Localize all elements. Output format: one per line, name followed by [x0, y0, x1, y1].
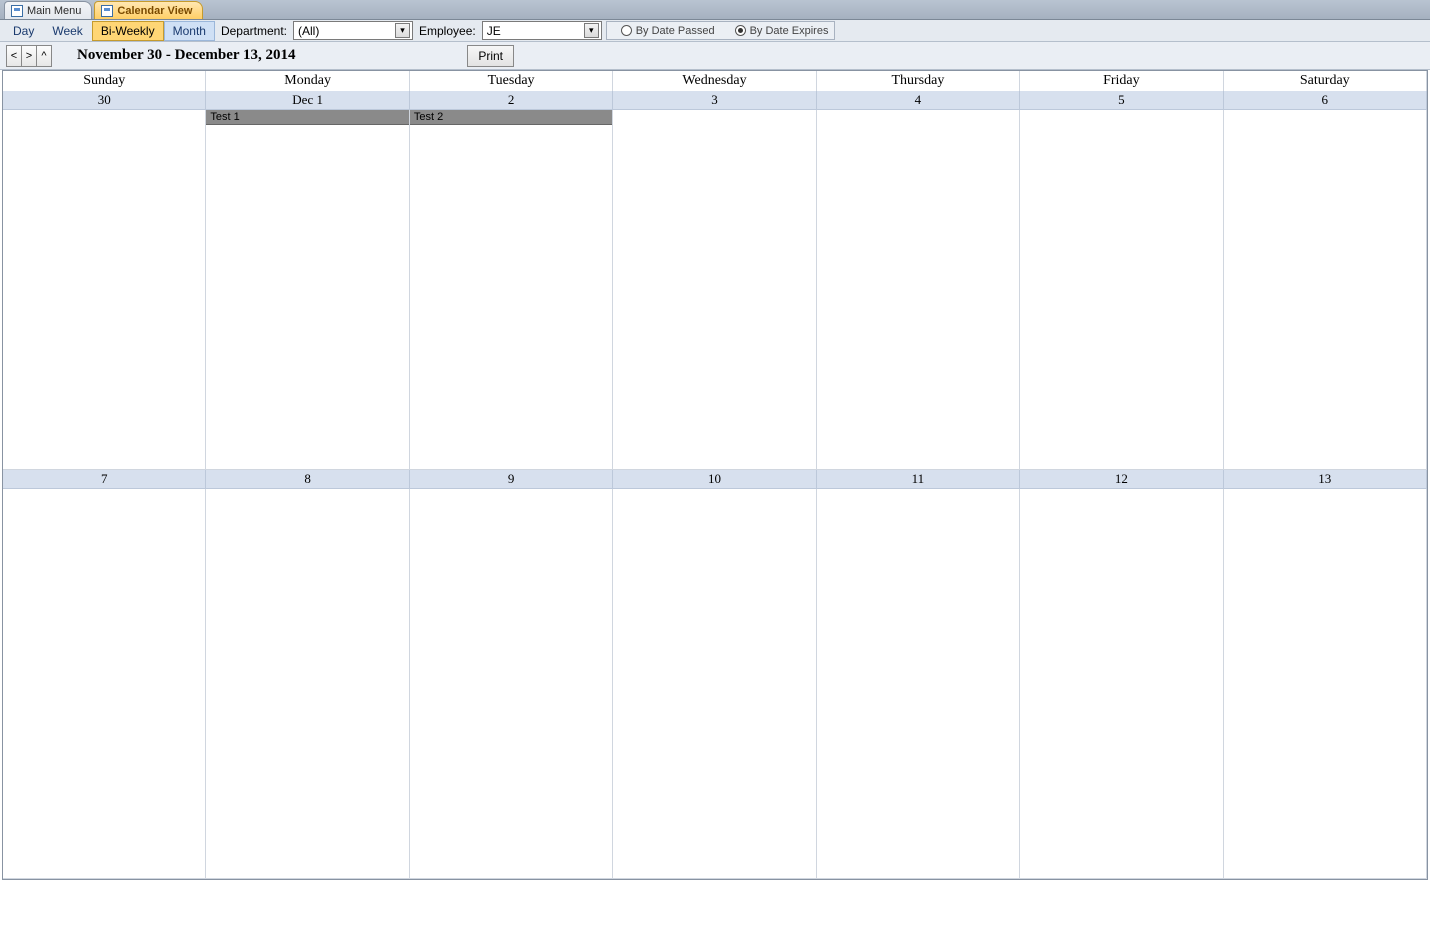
view-biweekly-button[interactable]: Bi-Weekly	[92, 21, 164, 41]
calendar-cell[interactable]	[817, 489, 1020, 879]
week1-body: Test 1 Test 2	[3, 110, 1427, 470]
week2-body	[3, 489, 1427, 879]
department-value: (All)	[298, 24, 319, 38]
chevron-down-icon: ▾	[395, 23, 410, 38]
date-filter-group: By Date Passed By Date Expires	[606, 21, 836, 40]
date-cell[interactable]: 8	[206, 470, 409, 489]
event-item[interactable]: Test 1	[206, 110, 408, 125]
view-month-button[interactable]: Month	[164, 21, 215, 41]
day-header: Tuesday	[410, 71, 613, 91]
date-cell[interactable]: 5	[1020, 91, 1223, 110]
form-icon	[11, 5, 23, 17]
tab-calendar-view[interactable]: Calendar View	[94, 1, 203, 19]
calendar-cell[interactable]	[1224, 110, 1427, 470]
date-cell[interactable]: 4	[817, 91, 1020, 110]
date-cell[interactable]: 11	[817, 470, 1020, 489]
toolbar: Day Week Bi-Weekly Month Department: (Al…	[0, 20, 1430, 42]
radio-by-date-expires[interactable]: By Date Expires	[727, 25, 829, 37]
day-header: Monday	[206, 71, 409, 91]
day-header: Thursday	[817, 71, 1020, 91]
tab-main-menu[interactable]: Main Menu	[4, 1, 92, 19]
tabset: Main Menu Calendar View	[0, 0, 1430, 20]
calendar: Sunday Monday Tuesday Wednesday Thursday…	[2, 70, 1428, 880]
day-headers: Sunday Monday Tuesday Wednesday Thursday…	[3, 71, 1427, 91]
date-cell[interactable]: 30	[3, 91, 206, 110]
week1-dates: 30 Dec 1 2 3 4 5 6	[3, 91, 1427, 110]
date-cell[interactable]: 10	[613, 470, 816, 489]
employee-select[interactable]: JE ▾	[482, 21, 602, 40]
radio-icon	[621, 25, 632, 36]
event-item[interactable]: Test 2	[410, 110, 612, 125]
prev-button[interactable]: <	[6, 45, 22, 67]
employee-label: Employee:	[413, 21, 482, 41]
calendar-cell[interactable]	[1020, 110, 1223, 470]
employee-value: JE	[487, 24, 501, 38]
calendar-cell[interactable]	[1020, 489, 1223, 879]
calendar-cell[interactable]	[206, 489, 409, 879]
date-cell[interactable]: 6	[1224, 91, 1427, 110]
department-select[interactable]: (All) ▾	[293, 21, 413, 40]
calendar-cell[interactable]: Test 2	[410, 110, 613, 470]
day-header: Friday	[1020, 71, 1223, 91]
view-day-button[interactable]: Day	[4, 21, 43, 41]
calendar-cell[interactable]	[3, 110, 206, 470]
calendar-cell[interactable]	[410, 489, 613, 879]
date-cell[interactable]: 7	[3, 470, 206, 489]
date-cell[interactable]: 13	[1224, 470, 1427, 489]
form-icon	[101, 5, 113, 17]
radio-by-date-passed[interactable]: By Date Passed	[613, 25, 715, 37]
radio-icon	[735, 25, 746, 36]
date-range-label: November 30 - December 13, 2014	[77, 47, 296, 64]
calendar-cell[interactable]	[817, 110, 1020, 470]
calendar-cell[interactable]	[613, 489, 816, 879]
print-button[interactable]: Print	[467, 45, 514, 67]
week2-dates: 7 8 9 10 11 12 13	[3, 470, 1427, 489]
radio-passed-label: By Date Passed	[636, 25, 715, 37]
date-cell[interactable]: 3	[613, 91, 816, 110]
date-cell[interactable]: Dec 1	[206, 91, 409, 110]
tab-main-menu-label: Main Menu	[27, 5, 81, 17]
date-cell[interactable]: 9	[410, 470, 613, 489]
tab-calendar-view-label: Calendar View	[117, 5, 192, 17]
calendar-cell[interactable]	[613, 110, 816, 470]
view-week-button[interactable]: Week	[43, 21, 91, 41]
date-cell[interactable]: 2	[410, 91, 613, 110]
day-header: Wednesday	[613, 71, 816, 91]
next-button[interactable]: >	[21, 45, 37, 67]
department-label: Department:	[215, 21, 293, 41]
calendar-cell[interactable]	[1224, 489, 1427, 879]
up-button[interactable]: ^	[36, 45, 52, 67]
day-header: Sunday	[3, 71, 206, 91]
day-header: Saturday	[1224, 71, 1427, 91]
calendar-cell[interactable]	[3, 489, 206, 879]
calendar-cell[interactable]: Test 1	[206, 110, 409, 470]
radio-expires-label: By Date Expires	[750, 25, 829, 37]
nav-row: < > ^ November 30 - December 13, 2014 Pr…	[0, 42, 1430, 70]
date-cell[interactable]: 12	[1020, 470, 1223, 489]
chevron-down-icon: ▾	[584, 23, 599, 38]
